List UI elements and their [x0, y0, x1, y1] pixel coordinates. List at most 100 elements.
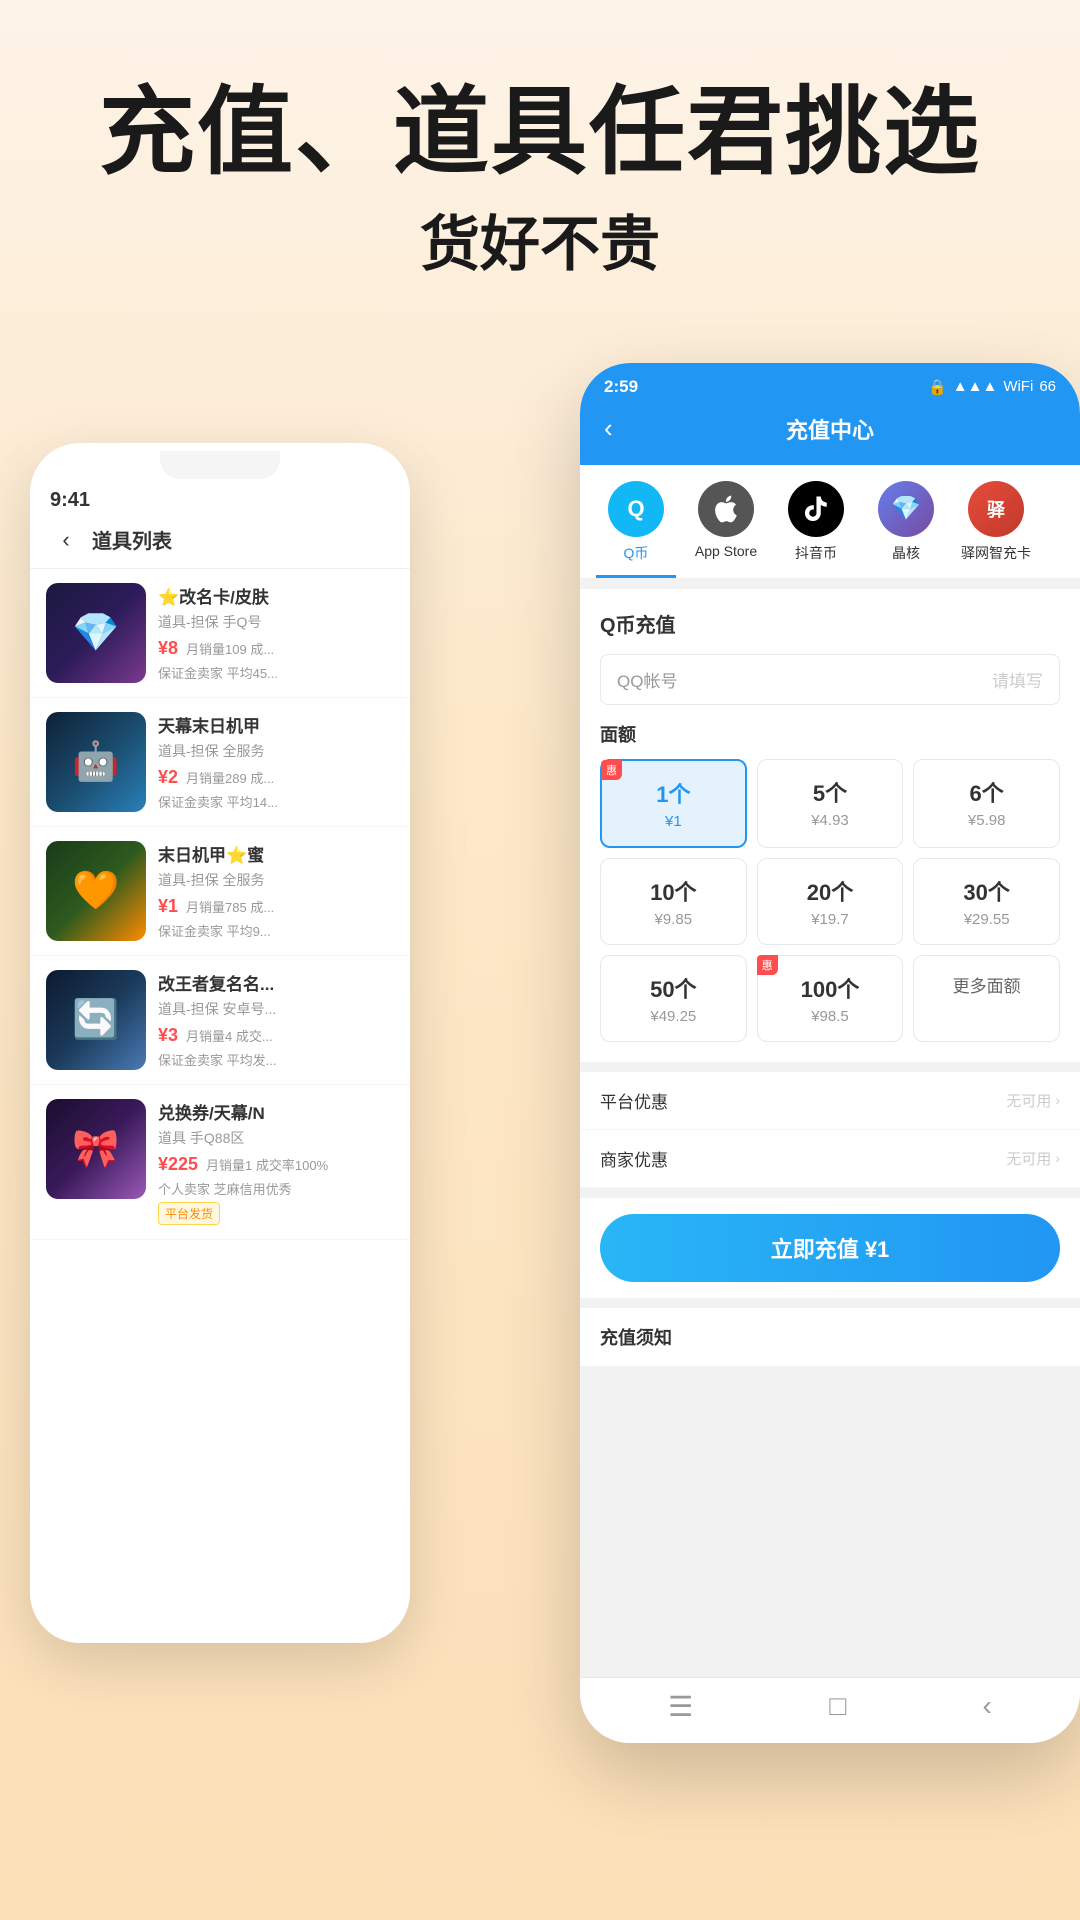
more-denom-button[interactable]: 更多面额 — [913, 955, 1060, 1042]
tiktok-icon — [788, 481, 844, 537]
denom-100[interactable]: 惠 100个 ¥98.5 — [757, 955, 904, 1042]
right-phone-time: 2:59 — [604, 377, 638, 397]
denom-100-count: 100个 — [770, 972, 891, 1004]
tool-price-1: ¥8 — [158, 638, 178, 659]
tool-guarantee-4: 保证金卖家 平均发... — [158, 1050, 394, 1069]
junka-icon: 驿 — [968, 481, 1024, 537]
denomination-grid: 惠 1个 ¥1 5个 ¥4.93 6个 ¥5.98 10个 — [600, 759, 1060, 1042]
tab-tiktok[interactable]: 抖音币 — [776, 481, 856, 578]
phones-container: 9:41 ‹ 道具列表 💎 ⭐改名卡/皮肤 道具-担保 手Q号 ¥8 月销量10… — [0, 363, 1080, 1783]
nav-menu-icon[interactable]: ☰ — [668, 1690, 693, 1723]
tool-desc-3: 道具-担保 全服务 — [158, 870, 394, 890]
tool-item-2[interactable]: 🤖 天幕末日机甲 道具-担保 全服务 ¥2 月销量289 成... 保证金卖家 … — [30, 698, 410, 827]
hero-subtitle: 货好不贵 — [40, 196, 1040, 283]
tool-sales-2: 月销量289 成... — [186, 768, 274, 787]
denom-6-price: ¥5.98 — [926, 812, 1047, 829]
nav-back-icon[interactable]: ‹ — [983, 1690, 992, 1722]
qq-account-row[interactable]: QQ帐号 请填写 — [600, 654, 1060, 705]
qq-account-placeholder: 请填写 — [992, 667, 1043, 692]
tab-appstore[interactable]: App Store — [686, 481, 766, 578]
tool-item-4[interactable]: 🔄 改王者复名名... 道具-担保 安卓号... ¥3 月销量4 成交... 保… — [30, 956, 410, 1085]
denom-20-count: 20个 — [770, 875, 891, 907]
crystal-icon: 💎 — [878, 481, 934, 537]
right-status-bar: 2:59 🔒 ▲▲▲ WiFi 66 — [580, 363, 1080, 397]
phone-right: 2:59 🔒 ▲▲▲ WiFi 66 ‹ 充值中心 Q — [580, 363, 1080, 1743]
tool-price-3: ¥1 — [158, 896, 178, 917]
right-bottom-nav: ☰ □ ‹ — [580, 1677, 1080, 1743]
left-page-title: 道具列表 — [92, 525, 172, 554]
tool-name-3: 末日机甲⭐蜜 — [158, 841, 394, 866]
hero-section: 充值、道具任君挑选 货好不贵 — [0, 0, 1080, 323]
tool-price-2: ¥2 — [158, 767, 178, 788]
right-status-icons: 🔒 ▲▲▲ WiFi 66 — [928, 378, 1056, 396]
denom-title: 面额 — [600, 721, 1060, 747]
tool-item-5[interactable]: 🎀 兑换券/天幕/N 道具 手Q88区 ¥225 月销量1 成交率100% 个人… — [30, 1085, 410, 1240]
tool-guarantee-5: 个人卖家 芝麻信用优秀 — [158, 1179, 394, 1198]
tool-desc-5: 道具 手Q88区 — [158, 1128, 394, 1148]
merchant-discount-row[interactable]: 商家优惠 无可用 › — [580, 1130, 1080, 1188]
tool-item-1[interactable]: 💎 ⭐改名卡/皮肤 道具-担保 手Q号 ¥8 月销量109 成... 保证金卖家… — [30, 569, 410, 698]
junka-label: 驿网智充卡 — [961, 543, 1031, 563]
tool-image-2: 🤖 — [46, 712, 146, 812]
denom-30[interactable]: 30个 ¥29.55 — [913, 858, 1060, 945]
notice-title: 充值须知 — [600, 1324, 1060, 1350]
tool-image-1: 💎 — [46, 583, 146, 683]
left-phone-notch — [160, 451, 280, 479]
recharge-button[interactable]: 立即充值 ¥1 — [600, 1214, 1060, 1282]
tool-sales-4: 月销量4 成交... — [186, 1026, 273, 1045]
merchant-discount-value: 无可用 › — [1006, 1148, 1060, 1169]
tool-sales-5: 月销量1 成交率100% — [206, 1155, 328, 1174]
tool-image-5: 🎀 — [46, 1099, 146, 1199]
tool-desc-2: 道具-担保 全服务 — [158, 741, 394, 761]
left-back-button[interactable]: ‹ — [50, 524, 82, 556]
hui-badge-1: 惠 — [601, 760, 622, 780]
merchant-chevron-icon: › — [1055, 1150, 1060, 1166]
tab-crystal[interactable]: 💎 晶核 — [866, 481, 946, 578]
denom-20[interactable]: 20个 ¥19.7 — [757, 858, 904, 945]
tool-image-4: 🔄 — [46, 970, 146, 1070]
denom-10[interactable]: 10个 ¥9.85 — [600, 858, 747, 945]
nav-home-icon[interactable]: □ — [829, 1690, 846, 1722]
tool-price-4: ¥3 — [158, 1025, 178, 1046]
denom-30-price: ¥29.55 — [926, 911, 1047, 928]
denom-5-price: ¥4.93 — [770, 812, 891, 829]
right-back-button[interactable]: ‹ — [604, 413, 613, 444]
crystal-label: 晶核 — [892, 543, 920, 563]
tool-name-1: ⭐改名卡/皮肤 — [158, 583, 394, 608]
qq-icon: Q — [608, 481, 664, 537]
tab-junka[interactable]: 驿 驿网智充卡 — [956, 481, 1036, 578]
discount-section: 平台优惠 无可用 › 商家优惠 无可用 › — [580, 1072, 1080, 1188]
recharge-title: Q币充值 — [600, 609, 1060, 638]
tool-price-5: ¥225 — [158, 1154, 198, 1175]
denom-50-price: ¥49.25 — [613, 1008, 734, 1025]
tool-price-row-2: ¥2 月销量289 成... — [158, 767, 394, 788]
denom-50[interactable]: 50个 ¥49.25 — [600, 955, 747, 1042]
tool-info-4: 改王者复名名... 道具-担保 安卓号... ¥3 月销量4 成交... 保证金… — [158, 970, 394, 1069]
denom-6-count: 6个 — [926, 776, 1047, 808]
tool-info-3: 末日机甲⭐蜜 道具-担保 全服务 ¥1 月销量785 成... 保证金卖家 平均… — [158, 841, 394, 940]
tool-desc-1: 道具-担保 手Q号 — [158, 612, 394, 632]
tool-price-row-5: ¥225 月销量1 成交率100% — [158, 1154, 394, 1175]
denom-1-count: 1个 — [614, 777, 733, 809]
tool-sales-1: 月销量109 成... — [186, 639, 274, 658]
tool-image-3: 🧡 — [46, 841, 146, 941]
qq-account-label: QQ帐号 — [617, 667, 992, 692]
denom-1[interactable]: 惠 1个 ¥1 — [600, 759, 747, 848]
right-page-title: 充值中心 — [786, 413, 874, 445]
lock-icon: 🔒 — [928, 378, 947, 396]
tool-info-2: 天幕末日机甲 道具-担保 全服务 ¥2 月销量289 成... 保证金卖家 平均… — [158, 712, 394, 811]
left-phone-header: ‹ 道具列表 — [30, 512, 410, 569]
denom-6[interactable]: 6个 ¥5.98 — [913, 759, 1060, 848]
denom-5[interactable]: 5个 ¥4.93 — [757, 759, 904, 848]
hui-badge-100: 惠 — [757, 955, 778, 975]
denom-5-count: 5个 — [770, 776, 891, 808]
tab-qq[interactable]: Q Q币 — [596, 481, 676, 578]
tool-price-row-3: ¥1 月销量785 成... — [158, 896, 394, 917]
denom-10-price: ¥9.85 — [613, 911, 734, 928]
appstore-icon — [698, 481, 754, 537]
tool-item-3[interactable]: 🧡 末日机甲⭐蜜 道具-担保 全服务 ¥1 月销量785 成... 保证金卖家 … — [30, 827, 410, 956]
tool-guarantee-1: 保证金卖家 平均45... — [158, 663, 394, 682]
platform-discount-row[interactable]: 平台优惠 无可用 › — [580, 1072, 1080, 1130]
hero-title: 充值、道具任君挑选 — [40, 80, 1040, 186]
left-phone-time: 9:41 — [30, 479, 410, 512]
